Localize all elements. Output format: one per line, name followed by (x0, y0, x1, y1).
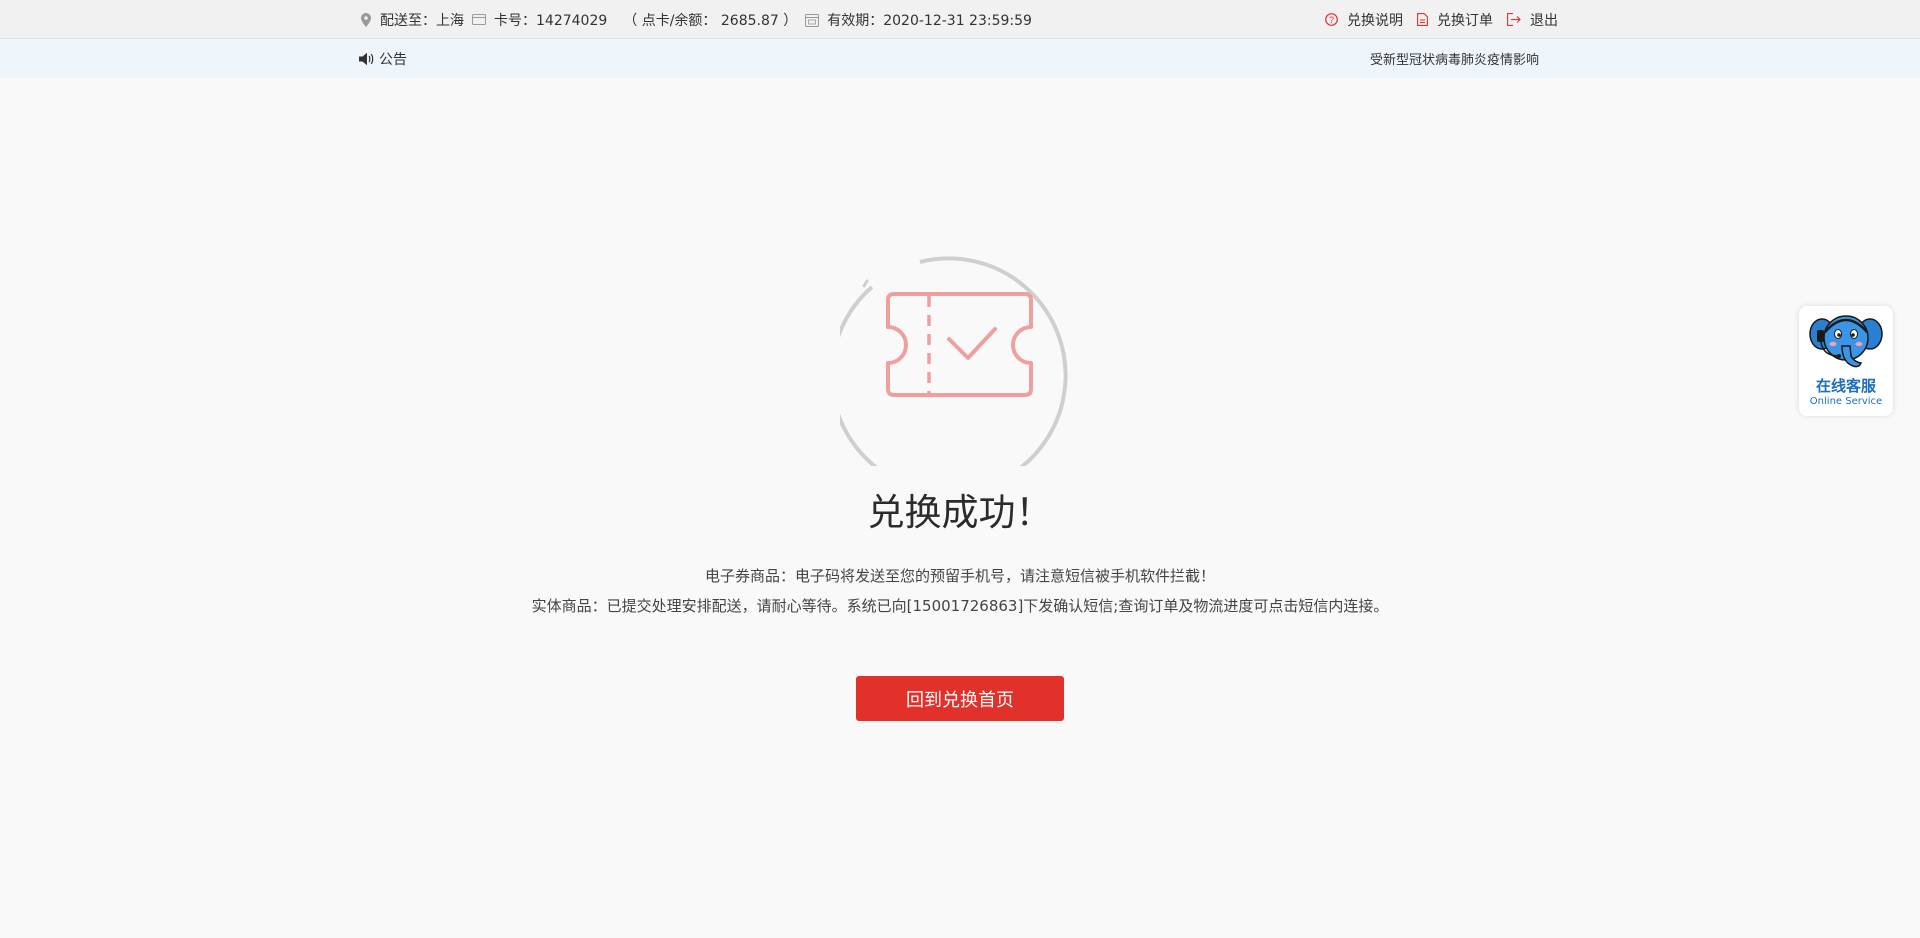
elephant-mascot-icon (1809, 315, 1883, 368)
document-icon (1417, 13, 1428, 26)
delivery-location[interactable]: 配送至：上海 (361, 10, 464, 30)
help-link[interactable]: ? 兑换说明 (1325, 10, 1403, 30)
logout-link[interactable]: 退出 (1507, 10, 1558, 30)
svg-text:?: ? (1329, 15, 1334, 25)
online-service-widget[interactable]: 在线客服 Online Service (1799, 306, 1893, 416)
physical-message: 实体商品：已提交处理安排配送，请耐心等待。系统已向[15001726863]下发… (531, 597, 1389, 615)
service-label-en: Online Service (1809, 396, 1883, 407)
validity-label: 有效期：2020-12-31 23:59:59 (827, 12, 1032, 29)
notice-heading: 公告 (359, 39, 407, 78)
orders-label: 兑换订单 (1437, 12, 1493, 29)
logout-label: 退出 (1530, 12, 1558, 29)
success-illustration (829, 222, 1084, 495)
notice-label: 公告 (379, 51, 407, 68)
balance: （ 点卡/余额： 2685.87 ） (623, 10, 797, 30)
card-label: 卡号：14274029 (494, 12, 608, 29)
speaker-icon (359, 52, 375, 66)
ecoupon-message: 电子券商品：电子码将发送至您的预留手机号，请注意短信被手机软件拦截！ (704, 567, 1215, 585)
location-pin-icon (361, 12, 371, 27)
balance-label: （ 点卡/余额： 2685.87 ） (623, 12, 798, 29)
card-number: 卡号：14274029 (472, 10, 607, 30)
question-circle-icon: ? (1325, 13, 1338, 26)
account-info: 配送至：上海 卡号：14274029 （ 点卡/余额： 2685.87 ） 有效… (361, 0, 1032, 39)
back-home-button[interactable]: 回到兑换首页 (856, 676, 1064, 721)
top-nav: ? 兑换说明 兑换订单 退出 (1325, 0, 1558, 39)
logout-icon (1507, 13, 1521, 26)
ticket-check-icon (829, 256, 1068, 495)
notice-text: 受新型冠状病毒肺炎疫情影响 (1370, 53, 1540, 68)
validity: 有效期：2020-12-31 23:59:59 (805, 10, 1032, 30)
card-icon (472, 14, 486, 25)
success-title: 兑换成功！ (867, 491, 1053, 534)
notice-marquee[interactable]: 受新型冠状病毒肺炎疫情影响 (1370, 39, 1556, 78)
calendar-icon (805, 13, 820, 27)
help-label: 兑换说明 (1347, 12, 1403, 29)
delivery-label: 配送至：上海 (380, 12, 464, 29)
notice-bar: 公告 受新型冠状病毒肺炎疫情影响 (0, 39, 1920, 78)
top-bar: 配送至：上海 卡号：14274029 （ 点卡/余额： 2685.87 ） 有效… (0, 0, 1920, 39)
service-label-cn: 在线客服 (1815, 377, 1876, 395)
orders-link[interactable]: 兑换订单 (1417, 10, 1493, 30)
